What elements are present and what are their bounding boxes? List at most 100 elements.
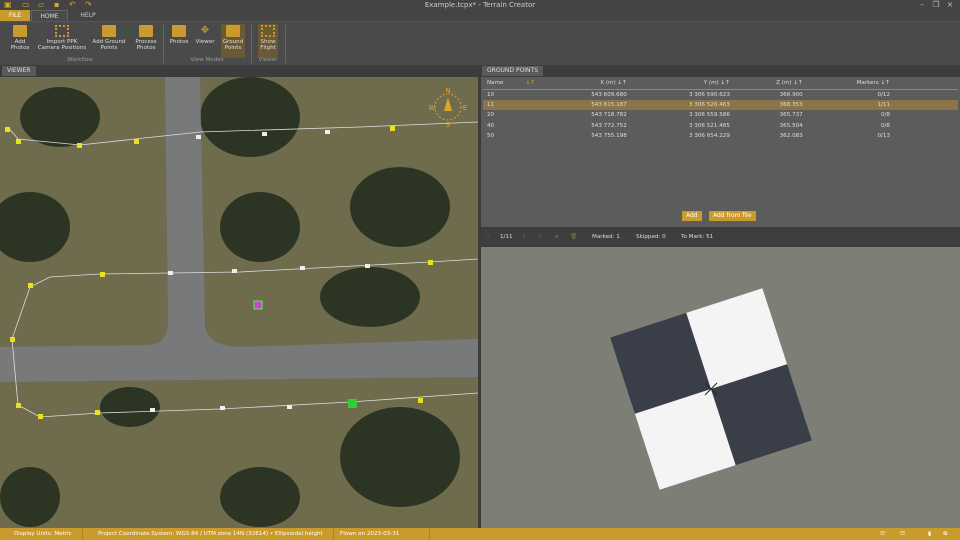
redo-icon[interactable]: ↷: [85, 1, 94, 9]
ground-point-icon: [102, 25, 116, 37]
compass-e: E: [463, 104, 467, 112]
tab-file[interactable]: FILE: [0, 10, 30, 21]
flight-icon: [261, 25, 275, 37]
photos-icon: [172, 25, 186, 37]
label: Show Flight: [260, 39, 276, 51]
table-cell: 365.737: [779, 112, 803, 119]
group-label: View Modes: [190, 57, 224, 63]
display-units: Display Units: Metric: [4, 528, 83, 540]
ground-point-marker[interactable]: [253, 300, 263, 310]
aerial-map[interactable]: N E S W: [0, 77, 478, 528]
label: Ground Points: [222, 39, 244, 51]
label: Process Photos: [135, 39, 157, 51]
sort-icon[interactable]: ↓↑: [881, 80, 890, 86]
label: Viewer: [195, 39, 215, 45]
ribbon: Add Photos Import PPK Camera Positions A…: [0, 21, 960, 65]
table-cell: 3 306 559.586: [688, 112, 730, 119]
fit-icon[interactable]: ⊠: [943, 528, 948, 540]
add-ground-points-button[interactable]: Add Ground Points: [88, 24, 130, 58]
column-name[interactable]: Name ↓↑: [483, 77, 543, 90]
compass-w: W: [429, 104, 436, 112]
process-photos-button[interactable]: Process Photos: [126, 24, 166, 58]
coordinate-system: Project Coordinate System: WGS 84 / UTM …: [88, 528, 334, 540]
header-label: Markers: [856, 79, 879, 86]
table-row[interactable]: 11 543 615.187 3 306 526.463 368.353 1/11: [483, 99, 958, 110]
skipped-count: Skipped: 0: [636, 234, 666, 240]
sort-icon[interactable]: ↓↑: [793, 80, 802, 86]
divider: [251, 25, 252, 63]
ground-points-table: Name ↓↑ X (m) ↓↑ Y (m) ↓↑ Z (m) ↓↑ Marke…: [483, 77, 958, 142]
table-cell: 0/8: [880, 122, 890, 129]
compass-s: S: [446, 121, 451, 129]
add-from-file-button[interactable]: Add from file: [709, 211, 756, 221]
show-flight-button[interactable]: Show Flight: [258, 24, 278, 58]
column-y[interactable]: Y (m) ↓↑: [634, 77, 738, 90]
restore-button[interactable]: ❐: [930, 0, 942, 9]
table-cell: 0/12: [877, 91, 890, 98]
label: Photos: [169, 39, 189, 45]
open-icon[interactable]: ▱: [38, 1, 47, 9]
undo-icon[interactable]: ↶: [69, 1, 78, 9]
tab-ground-points[interactable]: GROUND POINTS: [482, 66, 544, 76]
column-spacer: [898, 77, 958, 90]
new-project-icon[interactable]: ▭: [22, 1, 31, 9]
table-cell: 543 609.680: [591, 91, 627, 98]
table-cell: 543 755.198: [591, 133, 627, 140]
photos-view-button[interactable]: Photos: [167, 24, 191, 58]
label: Import PPK Camera Positions: [37, 39, 87, 51]
ribbon-tabs: [0, 10, 960, 21]
flown-date: Flown on 2023-03-31: [330, 528, 430, 540]
sort-icon[interactable]: ↓↑: [526, 80, 535, 86]
pin-icon[interactable]: ▮: [928, 528, 931, 540]
ground-point-marker-selected[interactable]: [348, 399, 357, 408]
add-button[interactable]: Add: [682, 211, 702, 221]
layout-alt-icon[interactable]: ⛫: [900, 528, 905, 540]
add-photos-button[interactable]: Add Photos: [0, 24, 40, 58]
app-icon[interactable]: ▣: [4, 1, 13, 9]
minimize-button[interactable]: –: [916, 0, 928, 9]
ground-points-panel: Name ↓↑ X (m) ↓↑ Y (m) ↓↑ Z (m) ↓↑ Marke…: [481, 77, 960, 227]
sort-icon[interactable]: ↓↑: [721, 80, 730, 86]
previous-icon[interactable]: ‹: [487, 230, 489, 245]
sort-icon[interactable]: ↓↑: [617, 80, 626, 86]
table-cell: 20: [487, 112, 495, 119]
viewer-view-button[interactable]: ✥ Viewer: [193, 24, 217, 58]
divider: [285, 25, 286, 63]
header-label: X (m): [600, 79, 616, 86]
table-row[interactable]: 50 543 755.198 3 306 654.229 362.083 0/13: [483, 131, 958, 142]
next-icon[interactable]: ›: [523, 230, 525, 245]
to-mark-count: To Mark: 51: [681, 234, 714, 240]
viewer-icon: ✥: [200, 25, 210, 36]
table-row[interactable]: 10 543 609.680 3 306 590.623 366.900 0/12: [483, 89, 958, 100]
map-viewer[interactable]: N E S W: [0, 77, 478, 528]
marker-toolbar: ‹ 1/11 › « » 🗑 Marked: 1 Skipped: 0 To M…: [481, 230, 960, 245]
table-cell: 3 306 526.463: [634, 99, 738, 110]
header-label: Z (m): [776, 79, 792, 86]
header-label: Name: [487, 79, 504, 86]
delete-icon[interactable]: 🗑: [570, 230, 577, 245]
table-cell: 3 306 521.485: [688, 122, 730, 129]
table-row[interactable]: 40 543 772.752 3 306 521.485 365.504 0/8: [483, 121, 958, 132]
import-ppk-button[interactable]: Import PPK Camera Positions: [36, 24, 88, 58]
add-photos-icon: [13, 25, 27, 37]
tab-viewer[interactable]: VIEWER: [2, 66, 36, 76]
layout-icon[interactable]: ⛫: [880, 528, 885, 540]
table-row[interactable]: 20 543 718.782 3 306 559.586 365.737 0/8: [483, 110, 958, 121]
column-x[interactable]: X (m) ↓↑: [543, 77, 635, 90]
table-cell-spacer: [898, 89, 958, 100]
marker-photo-view[interactable]: [481, 247, 960, 528]
target-photo[interactable]: [481, 247, 960, 528]
column-z[interactable]: Z (m) ↓↑: [737, 77, 811, 90]
first-icon[interactable]: «: [538, 230, 541, 245]
table-cell: 0/8: [880, 112, 890, 119]
column-markers[interactable]: Markers ↓↑: [810, 77, 898, 90]
tab-home[interactable]: HOME: [31, 10, 68, 21]
table-cell: 3 306 654.229: [688, 133, 730, 140]
table-cell: 11: [483, 99, 543, 110]
save-icon[interactable]: ▪: [54, 1, 63, 9]
process-icon: [139, 25, 153, 37]
last-icon[interactable]: »: [555, 230, 558, 245]
close-button[interactable]: ×: [944, 0, 956, 9]
ground-points-view-button[interactable]: Ground Points: [221, 24, 245, 58]
tab-help[interactable]: HELP: [70, 10, 106, 21]
